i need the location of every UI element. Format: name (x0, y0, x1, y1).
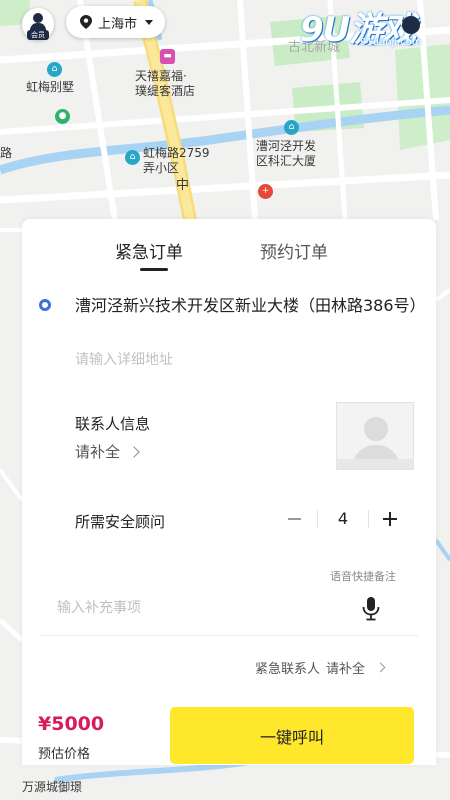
advisor-quantity-stepper: 4 (284, 504, 404, 534)
person-silhouette-icon (337, 403, 413, 469)
watermark-site: 91danji.com (360, 37, 422, 48)
one-tap-call-button[interactable]: 一键呼叫 (170, 707, 414, 764)
contact-complete-label: 请补全 (75, 443, 121, 461)
contact-avatar-placeholder[interactable] (336, 402, 414, 470)
contact-complete-link[interactable]: 请补全 (75, 441, 140, 462)
contact-info-title: 联系人信息 (75, 415, 151, 433)
service-icon[interactable] (402, 16, 420, 34)
hotel-icon[interactable]: ▬ (160, 49, 175, 64)
estimated-price-caption: 预估价格 (38, 747, 91, 762)
map-label: 万源城御璟 (22, 780, 83, 794)
security-advisor-label: 所需安全顾问 (75, 513, 166, 531)
member-badge: 会员 (27, 30, 49, 40)
city-name: 上海市 (98, 16, 138, 32)
decrement-button[interactable] (284, 504, 306, 534)
chevron-down-icon (145, 19, 154, 25)
location-pin-icon (80, 15, 92, 29)
poi-marker-icon[interactable]: ⌂ (284, 120, 299, 135)
microphone-icon[interactable] (362, 597, 380, 621)
poi-marker-icon[interactable]: ● (55, 109, 70, 124)
extra-notes-input[interactable] (57, 600, 337, 616)
map-label: 天禧嘉福· (135, 69, 187, 83)
map-label: 虹梅路2759 (143, 146, 210, 160)
tab-scheduled-order[interactable]: 预约订单 (260, 241, 328, 265)
estimated-price: ¥5000 (38, 713, 105, 735)
tab-urgent-order[interactable]: 紧急订单 (115, 241, 183, 265)
member-button[interactable]: 会员 (22, 8, 54, 40)
map-label: 虹梅别墅 (26, 80, 75, 94)
hospital-icon[interactable]: + (258, 184, 273, 199)
city-selector[interactable]: 上海市 (66, 6, 166, 38)
advisor-count: 4 (337, 509, 349, 528)
poi-marker-icon[interactable]: ⌂ (47, 62, 62, 77)
map-label: 区科汇大厦 (256, 154, 317, 168)
emergency-contact-label: 紧急联系人 (255, 662, 321, 677)
detail-address-input[interactable] (75, 352, 405, 368)
map-label: 路 (0, 146, 13, 160)
watermark-logo: 9U游戏 91danji.com (300, 2, 446, 50)
location-dot-icon (39, 299, 51, 311)
user-icon (33, 13, 43, 23)
poi-marker-icon[interactable]: ⌂ (125, 150, 140, 165)
increment-button[interactable] (379, 504, 401, 534)
chevron-right-icon (375, 662, 386, 673)
map-label: 漕河泾开发 (256, 139, 317, 153)
emergency-contact-link[interactable]: 紧急联系人 请补全 (255, 658, 386, 677)
chevron-right-icon (128, 445, 140, 458)
active-tab-indicator (140, 268, 168, 271)
map-label: 璞缇客酒店 (135, 84, 196, 98)
voice-note-hint: 语音快捷备注 (330, 570, 396, 583)
map-label: 弄小区 (143, 161, 180, 175)
pickup-address[interactable]: 漕河泾新兴技术开发区新业大楼（田林路386号） (75, 293, 430, 319)
order-panel: 紧急订单 预约订单 漕河泾新兴技术开发区新业大楼（田林路386号） 联系人信息 … (22, 219, 436, 765)
divider (40, 635, 418, 636)
map-label: 中 (176, 178, 190, 193)
emergency-contact-action: 请补全 (326, 662, 366, 677)
